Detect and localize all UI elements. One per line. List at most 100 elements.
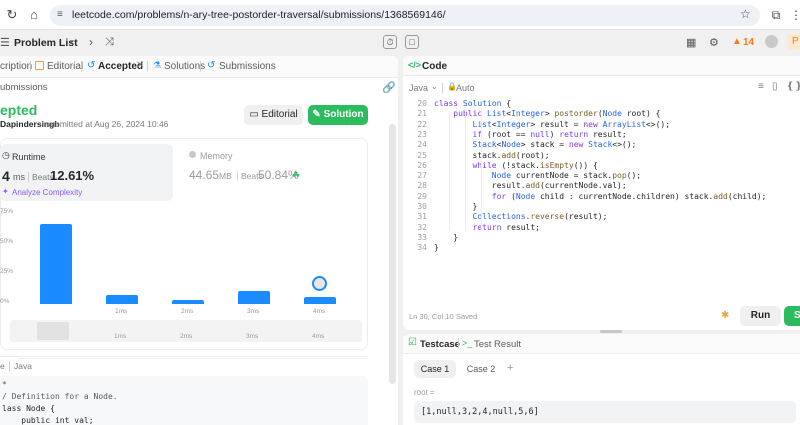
case-2-tab[interactable]: Case 2 [460,360,502,378]
close-tab-icon[interactable]: ✕ [136,60,144,71]
chevron-down-icon[interactable]: ⌄ [431,82,438,91]
chart-bar-0ms[interactable] [40,224,72,304]
line-number: 33 [417,232,427,242]
line-number: 21 [417,109,427,119]
braces-icon[interactable]: ❴❵ [786,81,800,92]
auto-mode[interactable]: Auto [456,83,475,93]
x-tick-label: 4ms [313,308,326,315]
leetcode-top-nav: ☰ Problem List ‹ › ⤨ ⏱ □ ▦ ⚙ ▲ 14 P [0,30,800,56]
range-slider[interactable]: 1ms 2ms 3ms 4ms [10,320,362,342]
extensions-icon[interactable]: ⧉ [768,7,784,23]
analyze-complexity-link[interactable]: Analyze Complexity [12,188,82,197]
code-line: / Definition for a Node. [2,392,118,401]
code-line[interactable]: for (Node child : currentNode.children) … [434,192,767,201]
problem-list-link[interactable]: Problem List [14,37,78,49]
code-line[interactable]: Collections.reverse(result); [434,212,608,221]
submitted-code-block[interactable]: * / Definition for a Node. lass Node { p… [0,376,368,425]
memory-icon [189,151,196,158]
panel-scrollbar[interactable] [389,124,396,384]
chart-bar-1ms[interactable] [106,295,138,304]
testcase-input-value: [1,null,3,2,4,null,5,6] [421,407,539,417]
testcase-input[interactable]: [1,null,3,2,4,null,5,6] [414,401,796,423]
notes-icon[interactable]: □ [405,35,419,49]
line-number: 24 [417,140,427,150]
tab-divider: | [146,60,149,72]
line-number: 34 [417,243,427,253]
code-line[interactable]: class Solution { [434,99,511,108]
x-tick-label: 1ms [115,308,128,315]
reload-icon[interactable]: ↻ [4,7,20,23]
run-button[interactable]: Run [740,306,781,326]
problem-list-icon[interactable]: ☰ [0,36,10,49]
code-line[interactable]: public List<Integer> postorder(Node root… [434,109,660,118]
avatar[interactable] [765,35,778,48]
line-number: 22 [417,119,427,129]
save-status: Saved [456,312,478,321]
editorial-book-icon [35,61,44,70]
home-icon[interactable]: ⌂ [26,7,42,23]
language-selector[interactable]: Java [409,83,428,93]
code-line[interactable]: List<Integer> result = new ArrayList<>()… [434,120,671,129]
tab-test-result[interactable]: Test Result [474,339,521,350]
code-line[interactable]: stack.add(root); [434,151,550,160]
next-problem-icon[interactable]: › [89,35,93,49]
runtime-card[interactable]: ◷ Runtime 4 ms | Beats 12.61% ✦ Analyze … [0,144,173,201]
user-avatar-marker[interactable] [312,276,327,291]
site-info-icon[interactable]: ≡ [57,9,63,20]
code-line[interactable]: while (!stack.isEmpty()) { [434,161,598,170]
edit-icon: ✎ [312,109,321,120]
timer-icon[interactable]: ⏱ [383,35,397,49]
chart-bar-4ms[interactable] [304,296,336,304]
code-line[interactable]: } [434,202,478,211]
runtime-beats-value: 12.61% [50,168,95,183]
editorial-button-label: Editorial [261,109,298,120]
url-text[interactable]: leetcode.com/problems/n-ary-tree-postord… [72,9,446,21]
premium-button[interactable]: P [787,34,800,50]
format-icon[interactable]: ≡ [758,81,764,92]
code-header: </> Code [403,56,800,76]
more-icon[interactable]: ⋮ [788,7,800,23]
address-bar[interactable]: ≡ leetcode.com/problems/n-ary-tree-posto… [50,5,760,26]
submit-button[interactable]: S [784,306,800,326]
bookmark-star-icon[interactable]: ☆ [740,7,751,21]
tab-editorial[interactable]: Editorial [47,61,83,72]
browser-toolbar: ↻ ⌂ ≡ leetcode.com/problems/n-ary-tree-p… [0,0,800,30]
tab-divider: | [29,60,32,72]
line-number: 32 [417,222,427,232]
link-icon[interactable]: 🔗 [382,81,396,94]
case-1-tab[interactable]: Case 1 [414,360,456,378]
add-case-icon[interactable]: + [507,362,513,374]
breadcrumb[interactable]: ubmissions [0,82,48,93]
debug-icon[interactable]: ✱ [721,310,729,321]
code-line[interactable]: } [434,233,458,242]
chart-bar-3ms[interactable] [238,290,270,304]
chart-bar-2ms[interactable] [172,300,204,304]
editorial-button[interactable]: ▭ Editorial [244,105,303,125]
code-language: Java [14,361,32,371]
tab-testcase[interactable]: Testcase [420,339,460,350]
streak-count[interactable]: 14 [743,37,754,48]
memory-card[interactable]: Memory 44.65 MB | Beats 50.84% ☘ [184,144,364,189]
solution-button-label: Solution [323,109,364,120]
code-editor[interactable]: 20 class Solution {21 public List<Integer… [403,97,800,267]
resize-handle[interactable] [600,330,622,333]
x-ticks: 1ms 2ms 3ms 4ms [0,308,368,318]
range-slider-handle[interactable] [37,322,69,340]
tab-submissions[interactable]: Submissions [219,61,276,72]
solution-button[interactable]: ✎ Solution [308,105,368,125]
code-line[interactable]: result.add(currentNode.val); [434,181,627,190]
divider: | [441,82,444,94]
settings-gear-icon[interactable]: ⚙ [709,36,719,49]
layout-icon[interactable]: ▦ [686,36,696,49]
bookmark-icon[interactable]: ▯ [772,81,778,92]
divider: | [457,337,460,349]
shuffle-icon[interactable]: ⤨ [105,36,114,49]
indent-guide [449,111,450,231]
range-tick-label: 3ms [246,333,259,340]
range-tick-label: 2ms [180,333,193,340]
prev-problem-icon[interactable]: ‹ [70,35,74,49]
tab-description[interactable]: cription [0,61,32,72]
code-line[interactable]: } [434,243,439,252]
code-line[interactable]: if (root == null) return result; [434,130,627,139]
divider: | [27,171,30,183]
